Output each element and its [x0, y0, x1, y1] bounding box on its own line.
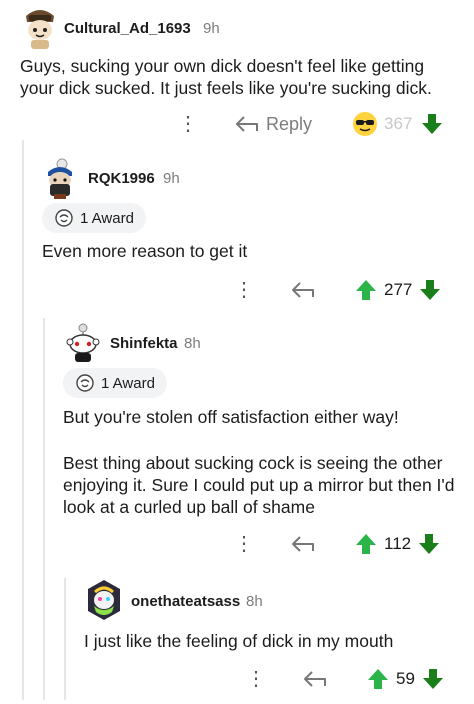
- avatar[interactable]: [20, 6, 60, 50]
- vote-controls: 367: [352, 111, 444, 137]
- username[interactable]: onethateatsass: [131, 593, 240, 610]
- comment-actions: ⋮ 59: [246, 667, 445, 691]
- timestamp: 8h: [246, 593, 263, 610]
- award-icon: [55, 209, 73, 227]
- avatar[interactable]: [84, 578, 124, 622]
- upvote-arrow-icon[interactable]: [354, 532, 378, 556]
- reply-button[interactable]: Reply: [234, 114, 312, 135]
- more-options-icon[interactable]: ⋮: [234, 280, 254, 300]
- downvote-arrow-icon[interactable]: [420, 112, 444, 136]
- award-badge[interactable]: 1 Award: [63, 368, 167, 398]
- more-options-icon[interactable]: ⋮: [246, 669, 266, 689]
- thread-line-level-3: [64, 578, 66, 700]
- reply-label: Reply: [266, 113, 313, 134]
- thread-line-level-1: [22, 140, 24, 700]
- reply-arrow-icon[interactable]: [290, 534, 316, 554]
- vote-count: 59: [396, 669, 415, 688]
- vote-count: 277: [384, 280, 413, 299]
- downvote-arrow-icon[interactable]: [417, 532, 441, 556]
- avatar[interactable]: [40, 158, 80, 200]
- timestamp: 8h: [184, 335, 201, 352]
- reply-arrow-icon: [236, 116, 258, 132]
- thread-line-level-2: [43, 318, 45, 700]
- comment-actions: ⋮ 277: [234, 278, 442, 302]
- comment-body: Even more reason to get it: [42, 241, 248, 261]
- award-label: 1 Award: [80, 209, 134, 227]
- award-badge[interactable]: 1 Award: [42, 203, 146, 233]
- downvote-arrow-icon[interactable]: [418, 278, 442, 302]
- vote-count: 112: [384, 534, 412, 553]
- downvote-arrow-icon[interactable]: [421, 667, 445, 691]
- more-options-icon[interactable]: ⋮: [178, 114, 198, 134]
- comment-body: Guys, sucking your own dick doesn't feel…: [20, 56, 432, 98]
- upvote-arrow-icon[interactable]: [366, 667, 390, 691]
- comment-body-paragraph-2: Best thing about sucking cock is seeing …: [63, 453, 455, 517]
- timestamp: 9h: [203, 20, 220, 37]
- username[interactable]: RQK1996: [88, 170, 155, 187]
- timestamp: 9h: [163, 170, 180, 187]
- reply-arrow-icon[interactable]: [302, 669, 328, 689]
- comment-actions: ⋮ 112: [234, 532, 441, 556]
- comment-body: I just like the feeling of dick in my mo…: [84, 631, 394, 651]
- more-options-icon[interactable]: ⋮: [234, 534, 254, 554]
- avatar[interactable]: [63, 322, 103, 364]
- reply-arrow-icon[interactable]: [290, 280, 316, 300]
- vote-count: 367: [384, 114, 413, 133]
- upvote-arrow-icon[interactable]: [354, 278, 378, 302]
- username[interactable]: Cultural_Ad_1693: [64, 20, 191, 37]
- username[interactable]: Shinfekta: [110, 335, 178, 352]
- sunglasses-emoji-icon[interactable]: [352, 111, 378, 137]
- comment-actions: ⋮ Reply 367: [178, 112, 444, 136]
- comment-body-paragraph-1: But you're stolen off satisfaction eithe…: [63, 407, 399, 427]
- award-label: 1 Award: [101, 374, 155, 392]
- award-icon: [76, 374, 94, 392]
